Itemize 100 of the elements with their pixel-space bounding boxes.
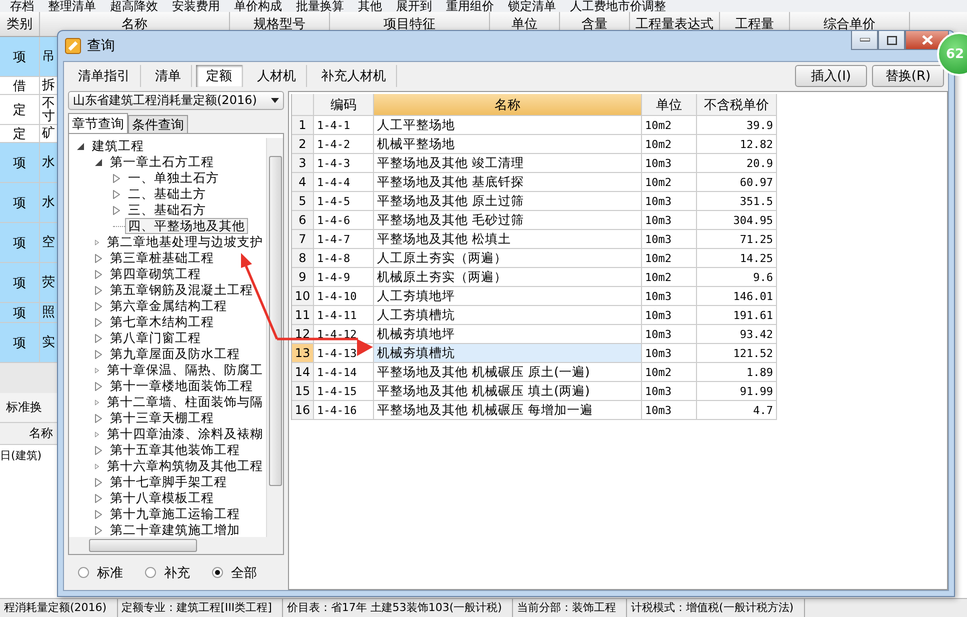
tree-item[interactable]: 建筑工程 <box>89 138 147 154</box>
tree-item[interactable]: 第八章门窗工程 <box>107 330 204 346</box>
collapsed-icon[interactable] <box>113 174 120 182</box>
collapsed-icon[interactable] <box>95 366 99 374</box>
dialog-button[interactable]: 插入(I) <box>795 64 867 86</box>
maximize-button[interactable] <box>878 31 905 50</box>
table-cell: 项 <box>0 143 40 182</box>
toolbar-button[interactable]: 重用组价 <box>446 0 494 12</box>
tab[interactable]: 条件查询 <box>128 115 188 133</box>
collapsed-icon[interactable] <box>113 206 120 214</box>
expanded-icon[interactable] <box>77 142 84 150</box>
collapsed-icon[interactable] <box>95 286 102 294</box>
tab[interactable]: 清单 <box>145 64 192 86</box>
table-cell: 平整场地及其他 机械碾压 填土(两遍) <box>374 382 642 401</box>
radio-button[interactable]: 全部 <box>212 564 257 582</box>
tree-item[interactable]: 第七章木结构工程 <box>107 314 217 330</box>
tree-item[interactable]: 四、平整场地及其他 <box>125 218 248 234</box>
minimize-button[interactable] <box>851 31 878 50</box>
status-text: 定额专业：建筑工程[III类工程] <box>118 599 283 617</box>
collapsed-icon[interactable] <box>95 318 102 326</box>
tree-item[interactable]: 第十章保温、隔热、防腐工 <box>104 362 266 378</box>
toolbar-button[interactable]: 批量换算 <box>296 0 344 12</box>
collapsed-icon[interactable] <box>95 430 99 438</box>
collapsed-icon[interactable] <box>95 350 102 358</box>
toolbar-button[interactable]: 其他 <box>358 0 382 12</box>
toolbar-button[interactable]: 展开到 <box>396 0 432 12</box>
table-cell-text: 照 <box>41 304 56 322</box>
tree-item[interactable]: 第二章地基处理与边坡支护 <box>104 234 266 250</box>
tree-item[interactable]: 第五章钢筋及混凝土工程 <box>107 282 256 298</box>
table-cell: 1-4-9 <box>314 268 374 287</box>
table-cell: 项 <box>0 223 40 262</box>
column-header[interactable]: 名称 <box>374 94 642 116</box>
tab[interactable]: 定额 <box>196 64 243 86</box>
tree-item[interactable]: 第十五章其他装饰工程 <box>107 442 243 458</box>
collapsed-icon[interactable] <box>95 446 102 454</box>
column-header[interactable]: 编码 <box>314 94 374 116</box>
collapsed-icon[interactable] <box>95 494 102 502</box>
toolbar-button[interactable]: 单价构成 <box>234 0 282 12</box>
table-cell: 1-4-1 <box>314 116 374 135</box>
tree-item[interactable]: 第四章砌筑工程 <box>107 266 204 282</box>
tree-item[interactable]: 第十七章脚手架工程 <box>107 474 230 490</box>
column-header[interactable]: 不含税单价 <box>697 94 777 116</box>
collapsed-icon[interactable] <box>95 238 99 246</box>
collapsed-icon[interactable] <box>95 254 102 262</box>
collapsed-icon[interactable] <box>95 478 102 486</box>
row-number: 16 <box>292 401 314 420</box>
tree-item[interactable]: 第六章金属结构工程 <box>107 298 230 314</box>
tree-item[interactable]: 第三章桩基础工程 <box>107 250 217 266</box>
table-cell: 9.6 <box>697 268 777 287</box>
collapsed-icon[interactable] <box>95 302 102 310</box>
tab[interactable]: 标准换 <box>6 399 42 416</box>
collapsed-icon[interactable] <box>95 510 102 518</box>
table-cell: 机械夯填地坪 <box>374 325 642 344</box>
toolbar-button[interactable]: 锁定清单 <box>508 0 556 12</box>
horizontal-scrollbar[interactable] <box>69 537 283 554</box>
vertical-scrollbar[interactable] <box>266 138 283 537</box>
tree-item[interactable]: 第十一章楼地面装饰工程 <box>107 378 256 394</box>
collapsed-icon[interactable] <box>95 526 102 534</box>
table-cell: 机械夯填槽坑 <box>374 344 642 363</box>
dropdown-caret-icon <box>271 98 279 103</box>
tree-item[interactable]: 第十三章天棚工程 <box>107 410 217 426</box>
collapsed-icon[interactable] <box>95 462 99 470</box>
tab[interactable]: 章节查询 <box>68 113 128 133</box>
tree-item[interactable]: 第十四章油漆、涂料及裱糊 <box>104 426 266 442</box>
tree-item[interactable]: 二、基础土方 <box>125 186 209 202</box>
tree-item[interactable]: 第一章土石方工程 <box>107 154 217 170</box>
tree-item[interactable]: 第十八章模板工程 <box>107 490 217 506</box>
table-cell: 机械平整场地 <box>374 135 642 154</box>
tab[interactable]: 清单指引 <box>68 64 141 86</box>
collapsed-icon[interactable] <box>95 334 102 342</box>
toolbar-button[interactable]: 超高降效 <box>110 0 158 12</box>
table-cell: 平整场地及其他 松填土 <box>374 230 642 249</box>
tree-item[interactable]: 一、单独土石方 <box>125 170 222 186</box>
toolbar-button[interactable]: 整理清单 <box>48 0 96 12</box>
tree-item[interactable]: 第九章屋面及防水工程 <box>107 346 243 362</box>
toolbar-button[interactable]: 安装费用 <box>172 0 220 12</box>
expanded-icon[interactable] <box>95 158 102 166</box>
collapsed-icon[interactable] <box>95 398 99 406</box>
tree-item[interactable]: 第十六章构筑物及其他工程 <box>104 458 266 474</box>
collapsed-icon[interactable] <box>113 190 120 198</box>
radio-button[interactable]: 补充 <box>145 564 190 582</box>
toolbar-button[interactable]: 人工费地市价调整 <box>570 0 666 12</box>
toolbar-button[interactable]: 存档 <box>10 0 34 12</box>
tab[interactable]: 人材机 <box>247 64 307 86</box>
collapsed-icon[interactable] <box>95 382 102 390</box>
dialog-button[interactable]: 替换(R) <box>872 64 944 86</box>
tree-item[interactable]: 第二十章建筑施工增加 <box>107 522 243 537</box>
table-cell-text: 矿 <box>41 125 56 142</box>
tab[interactable]: 补充人材机 <box>311 64 397 86</box>
table-cell: 10m3 <box>642 192 697 211</box>
tree-item[interactable]: 第十九章施工运输工程 <box>107 506 243 522</box>
library-dropdown[interactable]: 山东省建筑工程消耗量定额(2016) <box>68 91 284 110</box>
tree-item[interactable]: 第十二章墙、柱面装饰与隔 <box>104 394 266 410</box>
collapsed-icon[interactable] <box>95 270 102 278</box>
radio-button[interactable]: 标准 <box>78 564 123 582</box>
table-cell: 1-4-4 <box>314 173 374 192</box>
table-cell: 1-4-8 <box>314 249 374 268</box>
collapsed-icon[interactable] <box>95 414 102 422</box>
tree-item[interactable]: 三、基础石方 <box>125 202 209 218</box>
column-header[interactable]: 单位 <box>642 94 697 116</box>
